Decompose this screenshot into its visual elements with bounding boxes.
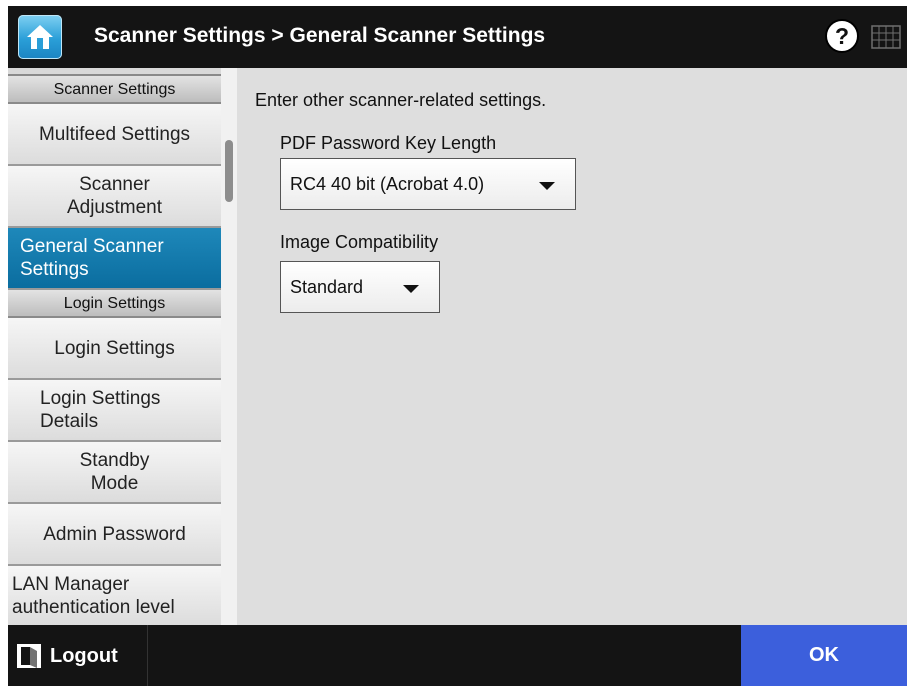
sidebar-item-label: General Scanner Settings (20, 236, 164, 280)
sidebar-item-label: Login Settings (54, 337, 175, 359)
svg-text:?: ? (835, 23, 849, 49)
sidebar-list[interactable]: Scanner Settings Multifeed Settings Scan… (8, 68, 221, 625)
sidebar-section-login-settings: Login Settings (8, 290, 221, 318)
image-compatibility-value: Standard (290, 277, 364, 297)
sidebar-scrollbar[interactable] (221, 68, 237, 625)
home-icon (27, 25, 53, 49)
sidebar: Scanner Settings Multifeed Settings Scan… (8, 68, 221, 625)
sidebar-item-login-settings[interactable]: Login Settings (8, 318, 221, 380)
sidebar-item-standby-mode[interactable]: Standby Mode (8, 442, 221, 504)
pdf-key-length-label: PDF Password Key Length (280, 133, 497, 153)
sidebar-scrollbar-thumb[interactable] (225, 140, 233, 202)
help-icon: ? (825, 19, 859, 53)
sidebar-item-label: LAN Manager authentication level (12, 574, 175, 618)
help-button[interactable]: ? (822, 16, 862, 56)
main-content: Enter other scanner-related settings. PD… (237, 68, 907, 625)
chevron-down-icon (539, 182, 555, 190)
ok-button[interactable]: OK (741, 625, 907, 686)
keyboard-icon (871, 25, 901, 49)
pdf-key-length-value: RC4 40 bit (Acrobat 4.0) (290, 174, 485, 194)
sidebar-item-general-scanner-settings[interactable]: General Scanner Settings (8, 228, 221, 290)
sidebar-item-login-settings-details[interactable]: Login Settings Details (8, 380, 221, 442)
sidebar-item-label: Login Settings Details (40, 388, 161, 432)
keyboard-button[interactable] (869, 20, 903, 54)
sidebar-item-label: Scanner Adjustment (66, 174, 163, 218)
chevron-down-icon (403, 285, 419, 293)
header-bar: Scanner Settings > General Scanner Setti… (8, 6, 907, 68)
logout-label: Logout (50, 645, 118, 667)
app-window: Scanner Settings > General Scanner Setti… (8, 6, 907, 686)
sidebar-item-partial (8, 68, 221, 76)
home-button[interactable] (18, 15, 62, 59)
sidebar-item-label: Multifeed Settings (38, 123, 191, 145)
sidebar-item-scanner-adjustment[interactable]: Scanner Adjustment (8, 166, 221, 228)
page-title: Scanner Settings > General Scanner Setti… (94, 24, 546, 47)
sidebar-item-lan-manager-authentication-level[interactable]: LAN Manager authentication level (8, 566, 221, 625)
sidebar-item-label: Admin Password (43, 523, 186, 545)
page-description: Enter other scanner-related settings. (255, 90, 547, 110)
sidebar-item-admin-password[interactable]: Admin Password (8, 504, 221, 566)
sidebar-item-label: Standby Mode (79, 450, 150, 494)
image-compatibility-label: Image Compatibility (280, 232, 439, 252)
sidebar-item-multifeed-settings[interactable]: Multifeed Settings (8, 104, 221, 166)
pdf-key-length-dropdown[interactable]: RC4 40 bit (Acrobat 4.0) (280, 158, 576, 210)
sidebar-section-scanner-settings: Scanner Settings (8, 76, 221, 104)
footer-bar: Logout OK (8, 625, 907, 686)
logout-button[interactable]: Logout (8, 625, 148, 686)
logout-icon (17, 644, 41, 668)
image-compatibility-dropdown[interactable]: Standard (280, 261, 440, 313)
